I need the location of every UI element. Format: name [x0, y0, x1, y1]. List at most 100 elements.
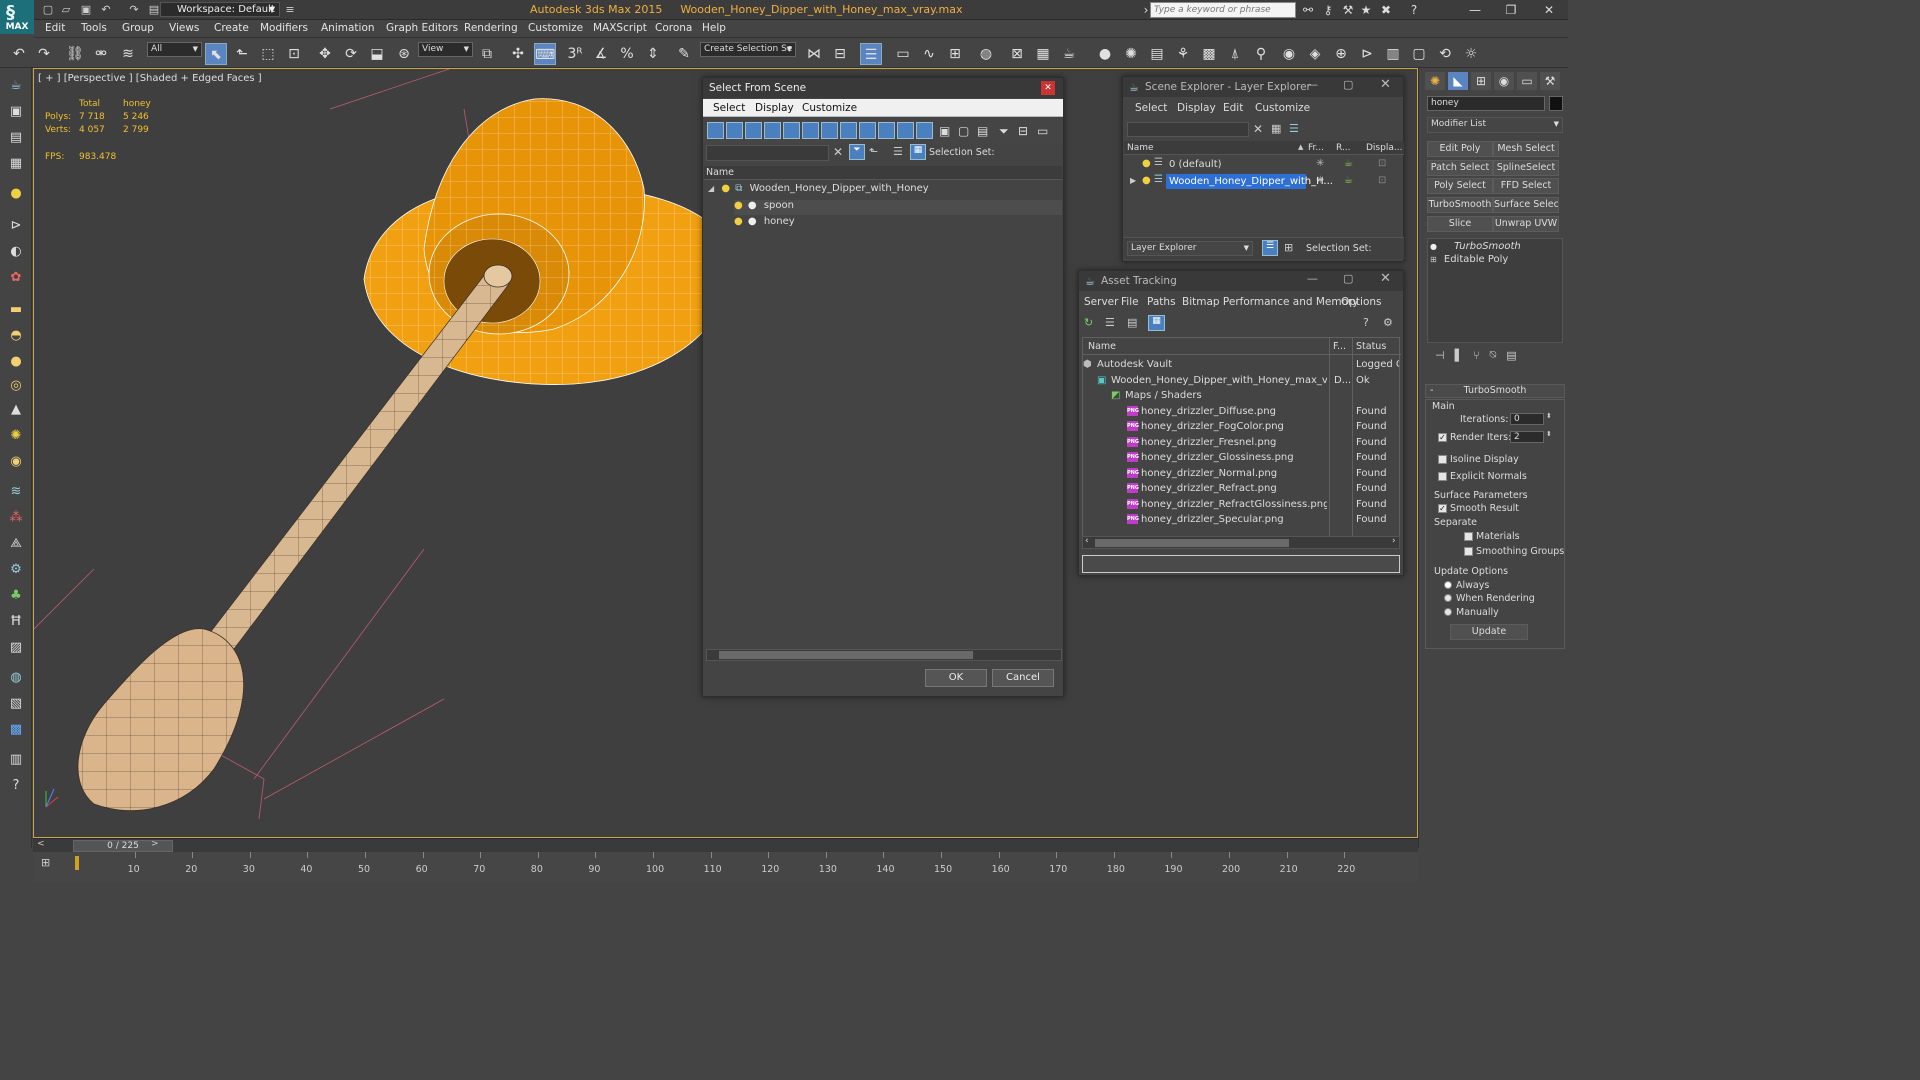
menu-customize[interactable]: Customize — [802, 102, 857, 114]
clear-find-icon[interactable]: ✕ — [833, 145, 843, 159]
freeze-icon[interactable]: ✳ — [1316, 175, 1324, 186]
asset-row[interactable]: ▣ Wooden_Honey_Dipper_with_Honey_max_v...… — [1083, 373, 1399, 388]
layer-row[interactable]: ● ☰ 0 (default) ✳ ☕ ⊡ — [1124, 157, 1404, 173]
media-icon[interactable]: ▩ — [5, 720, 27, 740]
vray-material-icon[interactable]: ▩ — [1198, 43, 1220, 65]
menu-animation[interactable]: Animation — [321, 22, 375, 34]
iterations-input[interactable]: 0 — [1510, 413, 1544, 425]
layers-icon[interactable]: ☰ — [893, 145, 903, 158]
spinner-snap-icon[interactable]: ⇕ — [642, 43, 664, 65]
minimize-icon[interactable]: — — [1307, 78, 1318, 91]
utility-icon[interactable]: ▥ — [5, 750, 27, 770]
menu-select[interactable]: Select — [713, 102, 745, 114]
column-status[interactable]: Status — [1356, 341, 1386, 352]
show-end-result-icon[interactable]: ▌ — [1455, 349, 1463, 362]
edit-poly-button[interactable]: Edit Poly — [1427, 141, 1493, 157]
camera-filter-icon[interactable] — [764, 122, 781, 139]
object-name-input[interactable]: honey — [1427, 96, 1545, 111]
schematic-view-icon[interactable]: ⊞ — [944, 43, 966, 65]
tree-row[interactable]: ● ● honey — [734, 216, 1062, 231]
torus-icon[interactable]: ◉ — [5, 452, 27, 472]
asset-row[interactable]: ◩ Maps / Shaders — [1083, 388, 1399, 403]
sun-icon[interactable]: ✺ — [5, 426, 27, 446]
light-filter-icon[interactable] — [745, 122, 762, 139]
explicit-normals-checkbox[interactable] — [1438, 472, 1447, 481]
render-production-icon[interactable]: ☕ — [1058, 43, 1080, 65]
binoculars-icon[interactable]: ⚯ — [1300, 2, 1316, 18]
selection-set-icon[interactable]: ▦ — [910, 144, 926, 160]
foliage-icon[interactable]: ♣ — [5, 586, 27, 606]
box-icon[interactable]: ▬ — [5, 300, 27, 320]
light-bulb-icon[interactable]: ● — [1430, 242, 1437, 251]
cone-icon[interactable]: ◓ — [5, 326, 27, 346]
hierarchy-icon[interactable]: ⊞ — [1284, 241, 1293, 254]
menu-file[interactable]: File — [1121, 296, 1139, 308]
menu-edit[interactable]: Edit — [1223, 102, 1243, 114]
group-filter-icon[interactable] — [821, 122, 838, 139]
column-display[interactable]: Displa... — [1366, 143, 1402, 153]
curve-editor-icon[interactable]: ∿ — [918, 43, 940, 65]
shape-filter-icon[interactable] — [726, 122, 743, 139]
percent-snap-icon[interactable]: % — [616, 43, 638, 65]
find-options-icon[interactable]: ▦ — [1271, 122, 1281, 135]
poly-select-button[interactable]: Poly Select — [1427, 178, 1493, 194]
pin-stack-icon[interactable]: ⊣ — [1435, 349, 1445, 362]
render-icon[interactable]: ▣ — [5, 102, 27, 122]
sphere-icon[interactable]: ● — [5, 352, 27, 372]
maximize-icon[interactable]: ▢ — [1343, 272, 1353, 285]
vray-ies-light-icon[interactable]: ⍋ — [1224, 43, 1246, 65]
smoothing-groups-checkbox[interactable] — [1464, 547, 1473, 556]
align-icon[interactable]: ⊟ — [829, 43, 851, 65]
list-view-icon[interactable]: ☰ — [1105, 316, 1115, 329]
menu-display[interactable]: Display — [1177, 102, 1216, 114]
column-name[interactable]: Name — [1088, 341, 1116, 352]
asset-row[interactable]: PNG honey_drizzler_Specular.png Found — [1083, 512, 1399, 527]
spacewarp-icon[interactable]: ✿ — [5, 268, 27, 288]
menu-rendering[interactable]: Rendering — [464, 22, 518, 34]
dialog-title-bar[interactable]: Select From Scene — [703, 78, 1063, 98]
close-icon[interactable]: ✕ — [1380, 271, 1391, 286]
render-teapot-icon[interactable]: ☕ — [1344, 175, 1353, 186]
light-bulb-icon[interactable]: ● — [1142, 158, 1151, 169]
menu-views[interactable]: Views — [169, 22, 199, 34]
always-radio[interactable] — [1444, 581, 1452, 589]
layer-row[interactable]: ▶ ● ☰ Wooden_Honey_Dipper_with_H... ✳ ☕ … — [1124, 174, 1404, 190]
tree-row[interactable]: ● ● spoon — [734, 200, 1062, 215]
remove-modifier-icon[interactable]: ⍉ — [1490, 348, 1497, 362]
render-teapot-icon[interactable]: ☕ — [1344, 158, 1353, 169]
close-icon[interactable]: ✕ — [1041, 81, 1055, 95]
select-invert-icon[interactable]: ▤ — [977, 124, 988, 138]
layer-manager-icon[interactable]: ☰ — [860, 43, 882, 65]
utilities-tab-icon[interactable]: ⚒ — [1540, 72, 1560, 90]
workspace-dropdown[interactable]: Workspace: Default ▼ — [160, 2, 280, 17]
helper-filter-icon[interactable] — [783, 122, 800, 139]
scrollbar-thumb[interactable] — [719, 651, 973, 659]
ok-button[interactable]: OK — [925, 669, 987, 687]
vray-plane-icon[interactable]: ⊕ — [1330, 43, 1352, 65]
turbosmooth-rollout-header[interactable]: - TurboSmooth — [1425, 384, 1565, 398]
spoon-mesh[interactable] — [77, 264, 513, 811]
menu-corona[interactable]: Corona — [655, 22, 692, 34]
explorer-mode-dropdown[interactable]: Layer Explorer ▼ — [1127, 241, 1253, 256]
vray-fur-icon[interactable]: ▥ — [1382, 43, 1404, 65]
asset-row[interactable]: ⬢ Autodesk Vault Logged Ou — [1083, 357, 1399, 372]
refresh-icon[interactable]: ↻ — [1084, 316, 1093, 329]
viewport-label[interactable]: [ + ] [Perspective ] [Shaded + Edged Fac… — [38, 73, 262, 84]
redo-icon[interactable]: ↷ — [33, 43, 55, 65]
unwrap-uvw-button[interactable]: Unwrap UVW — [1493, 216, 1559, 232]
undo-icon[interactable]: ↶ — [8, 43, 30, 65]
modify-tab-icon[interactable]: ◣ — [1448, 72, 1468, 90]
select-none-icon[interactable]: ▢ — [958, 124, 969, 138]
asset-row[interactable]: PNG honey_drizzler_Fresnel.png Found — [1083, 435, 1399, 450]
asset-row[interactable]: PNG honey_drizzler_Glossiness.png Found — [1083, 450, 1399, 465]
render-setup-icon[interactable]: ⊠ — [1006, 43, 1028, 65]
tree-view-icon[interactable]: ▤ — [1127, 316, 1137, 329]
isoline-display-checkbox[interactable] — [1438, 455, 1447, 464]
snaps-toggle-icon[interactable]: 3ᴿ — [564, 43, 586, 65]
vault-options-icon[interactable]: ⚙ — [1383, 316, 1393, 329]
vray-frame-buffer-icon[interactable]: ▤ — [1146, 43, 1168, 65]
cylinder-icon[interactable]: ◎ — [5, 376, 27, 396]
freeze-icon[interactable]: ✳ — [1316, 158, 1324, 169]
column-render[interactable]: R... — [1336, 143, 1351, 153]
spline-select-button[interactable]: SplineSelect — [1493, 160, 1559, 176]
